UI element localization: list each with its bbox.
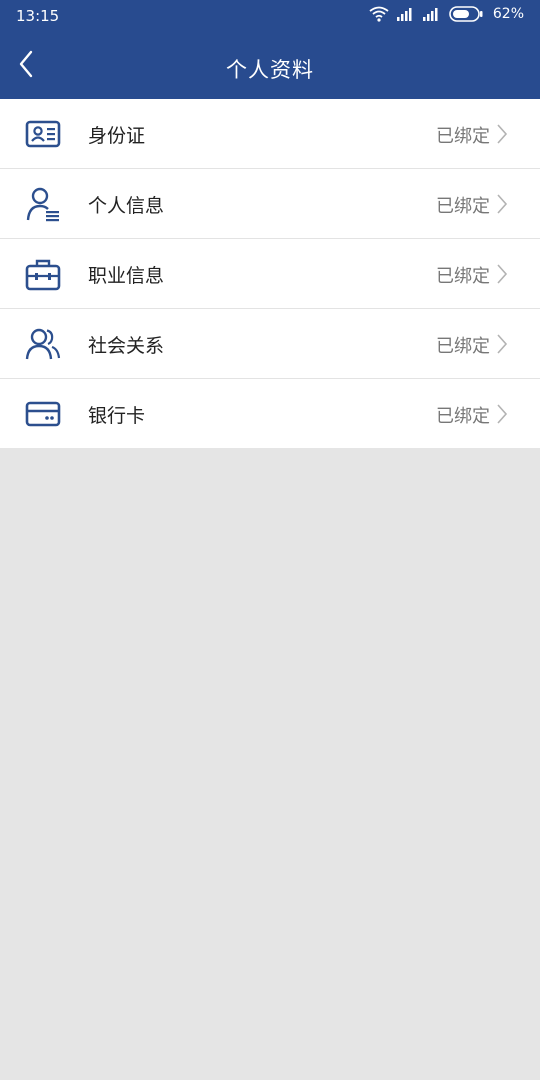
list-item-personal-info[interactable]: 个人信息 已绑定 [0,169,540,239]
list-item-id-card[interactable]: 身份证 已绑定 [0,99,540,169]
signal-icon [422,7,441,21]
signal-icon [396,7,415,21]
item-label: 个人信息 [88,195,165,217]
person-info-icon [25,186,61,222]
status-text: 已绑定 [436,126,490,147]
status-icons: 62% [369,6,524,22]
chevron-right-icon [496,403,508,425]
status-text: 已绑定 [436,406,490,427]
item-label: 职业信息 [88,265,165,287]
app-header: 13:15 62% 个人资料 [0,0,540,99]
chevron-right-icon [496,263,508,285]
nav-bar: 个人资料 [0,33,540,99]
briefcase-icon [25,256,61,292]
status-text: 已绑定 [436,196,490,217]
battery-icon [449,6,483,22]
list-item-bank-card[interactable]: 银行卡 已绑定 [0,379,540,448]
status-text: 已绑定 [436,266,490,287]
item-label: 社会关系 [88,335,165,357]
item-label: 银行卡 [88,405,146,427]
wifi-icon [369,6,389,22]
chevron-right-icon [496,123,508,145]
bank-card-icon [25,396,61,432]
item-label: 身份证 [88,125,146,147]
page-title: 个人资料 [226,58,314,82]
status-bar: 13:15 62% [0,0,540,33]
list-item-job-info[interactable]: 职业信息 已绑定 [0,239,540,309]
status-text: 已绑定 [436,336,490,357]
profile-list: 身份证 已绑定 个人信息 已绑定 职业信息 已绑定 社会关系 已绑定 银行卡 已… [0,99,540,448]
id-card-icon [25,116,61,152]
people-icon [25,326,61,362]
chevron-right-icon [496,333,508,355]
battery-percentage: 62% [492,6,524,22]
chevron-right-icon [496,193,508,215]
status-time: 13:15 [16,7,60,25]
list-item-social-relations[interactable]: 社会关系 已绑定 [0,309,540,379]
